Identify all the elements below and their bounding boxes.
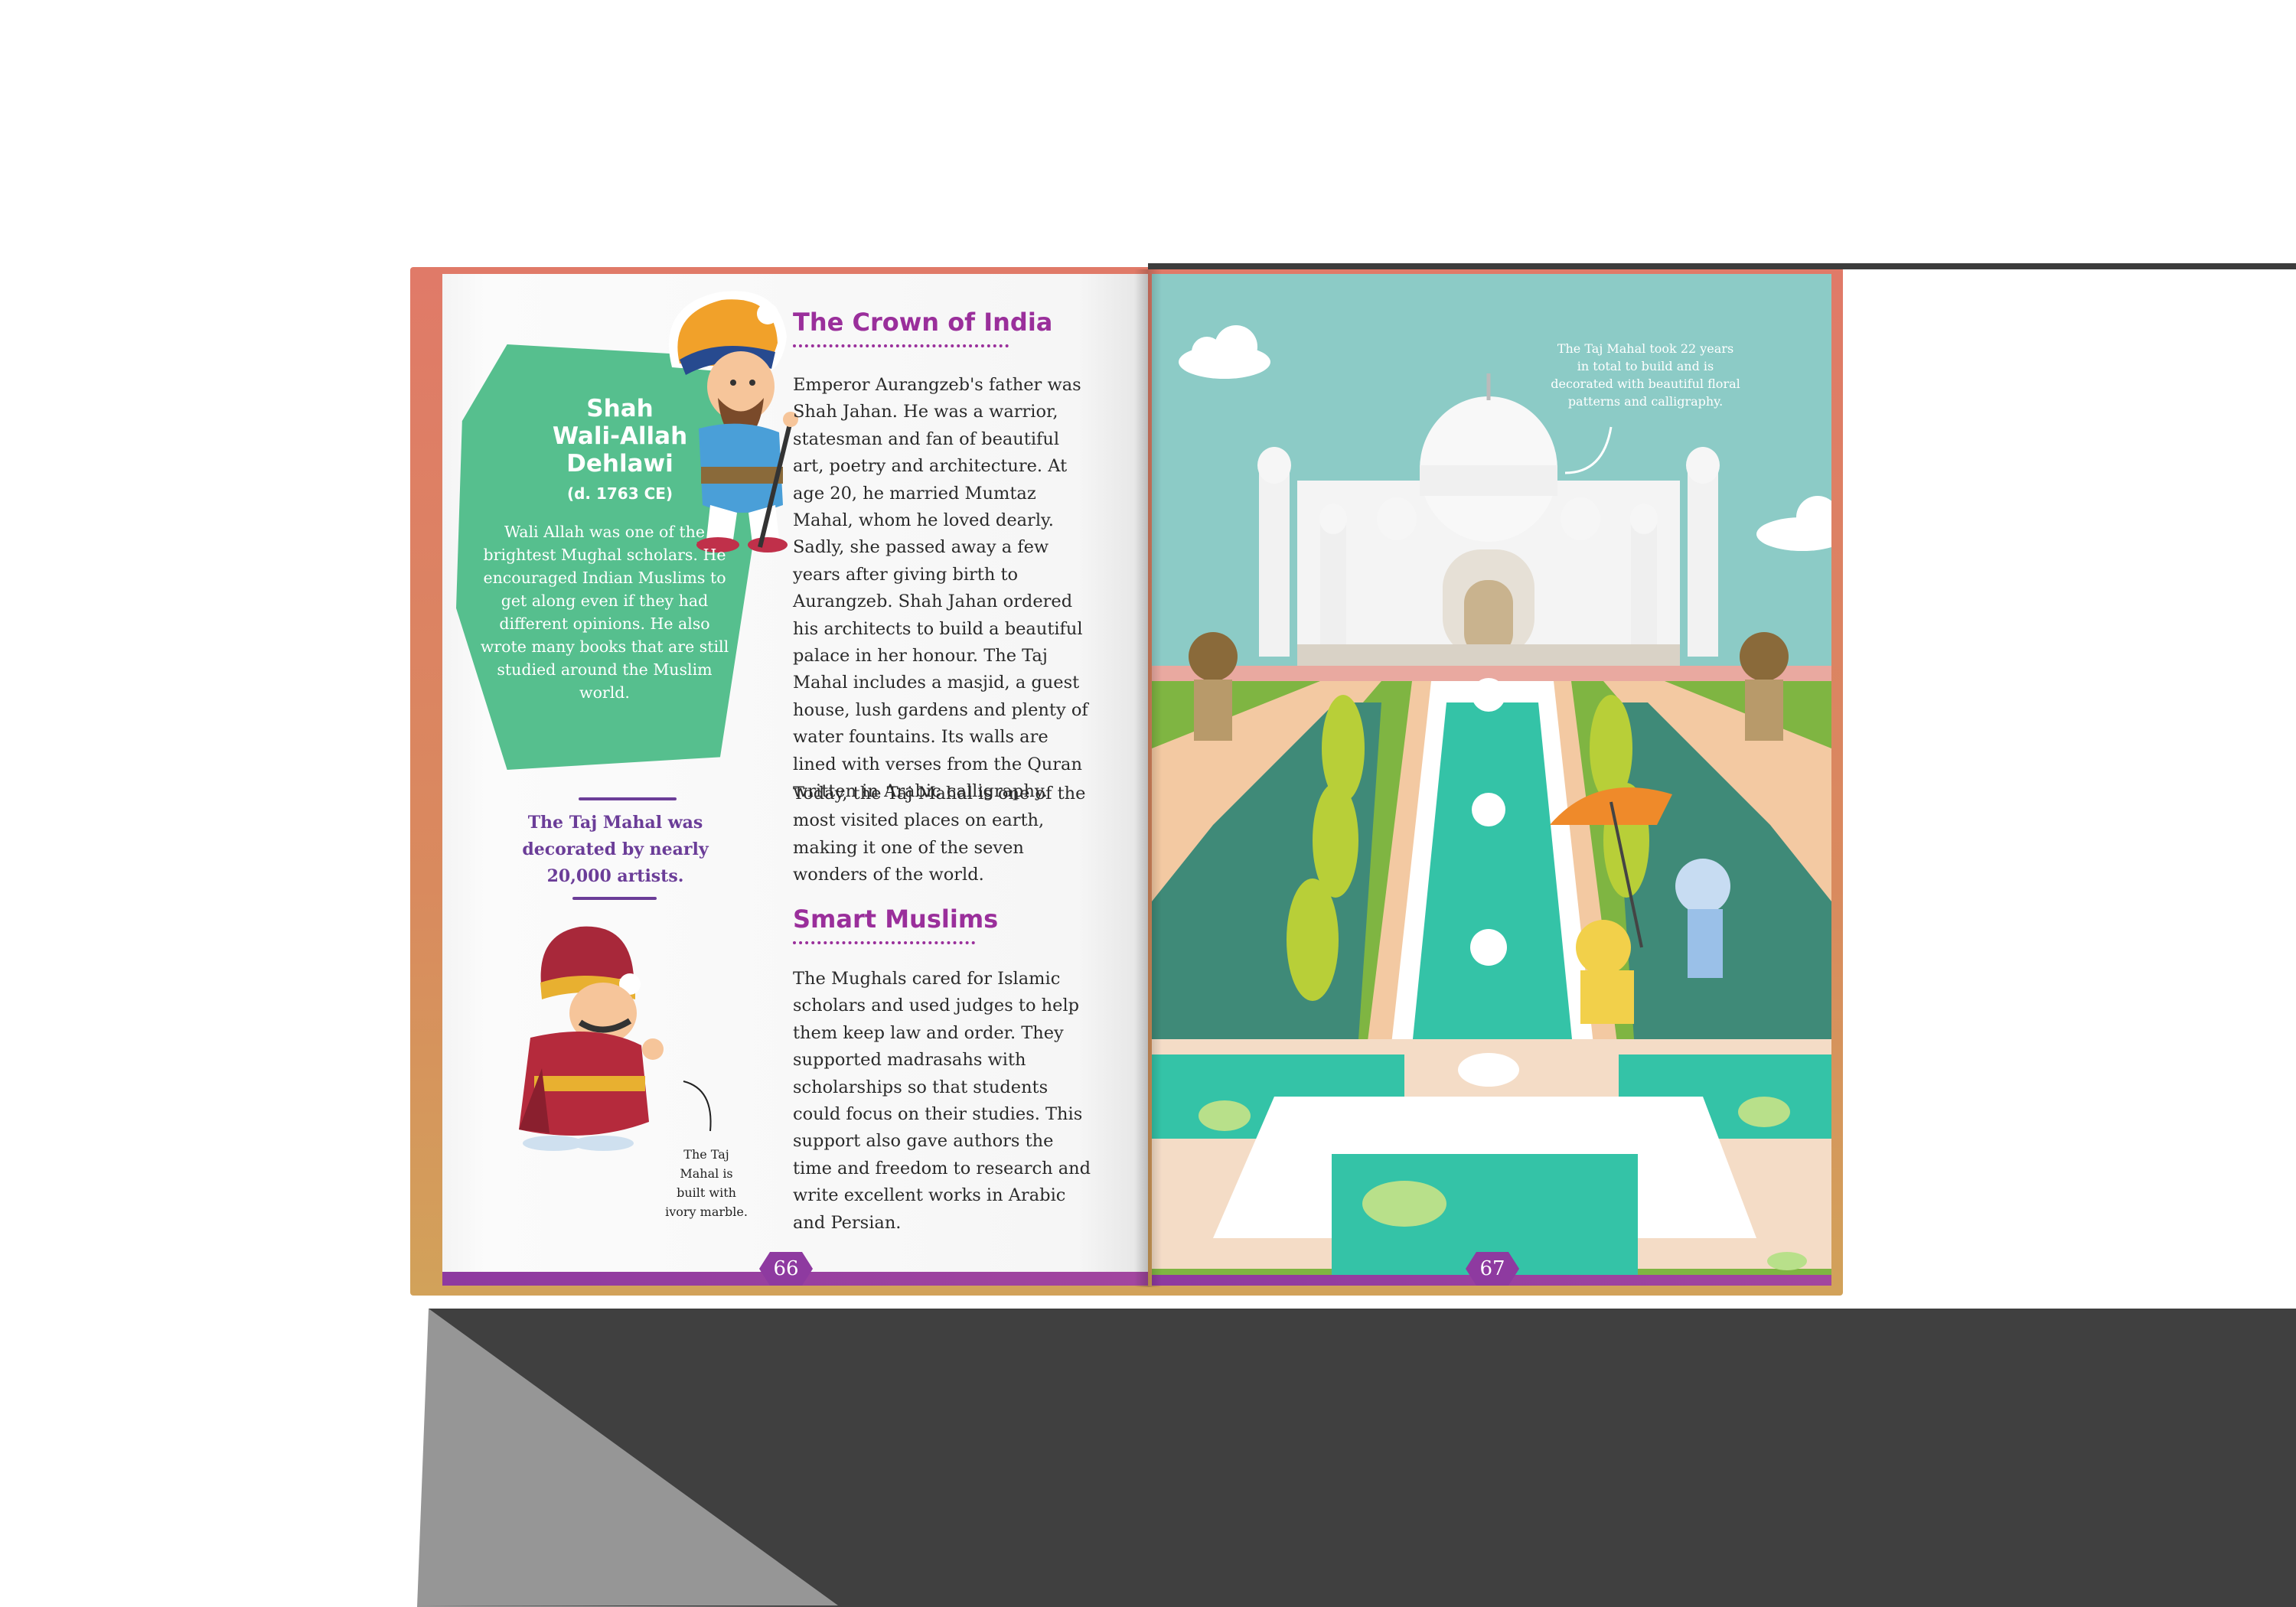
profile-dates: (d. 1763 CE) <box>566 484 673 503</box>
heading-underline <box>793 941 975 944</box>
page-number-right: 67 <box>1466 1252 1519 1286</box>
page-number-left: 66 <box>759 1252 813 1286</box>
character-caption: The Taj Mahal is built with ivory marble… <box>665 1147 748 1219</box>
book-gutter <box>1134 269 1162 1287</box>
taj-mahal-icon <box>1257 373 1720 666</box>
profile-bio: Wali Allah was one of the brightest Mugh… <box>480 523 729 702</box>
section1-paragraph-1: Emperor Aurangzeb's father was Shah Jaha… <box>793 375 1088 802</box>
right-page-note: The Taj Mahal took 22 years in total to … <box>1551 341 1740 409</box>
taj-mahal-garden-illustration <box>1152 325 1831 1286</box>
caption-pointer-icon <box>683 1081 712 1132</box>
profile-name-line-2: Wali-Allah <box>552 422 688 450</box>
section2-paragraph: The Mughals cared for Islamic scholars a… <box>793 969 1091 1233</box>
profile-name: Shah Wali-Allah Dehlawi <box>542 395 698 478</box>
section-heading-smart-muslims: Smart Muslims <box>793 905 999 934</box>
profile-name-line-3: Dehlawi <box>566 450 673 478</box>
right-page: The Taj Mahal took 22 years in total to … <box>1152 274 1831 1286</box>
section-heading-crown: The Crown of India <box>793 308 1053 337</box>
profile-name-line-1: Shah <box>586 395 654 422</box>
fact-text: The Taj Mahal was decorated by nearly 20… <box>522 813 709 886</box>
section1-paragraph-2: Today, the Taj Mahal is one of the most … <box>793 784 1086 885</box>
table-edge <box>1148 263 2296 269</box>
fact-divider-bottom <box>572 897 657 900</box>
heading-underline <box>793 344 1009 347</box>
left-page: Shah Wali-Allah Dehlawi (d. 1763 CE) Wal… <box>442 274 1148 1286</box>
man-with-turban-icon <box>519 926 664 1151</box>
fact-divider-top <box>579 797 677 800</box>
